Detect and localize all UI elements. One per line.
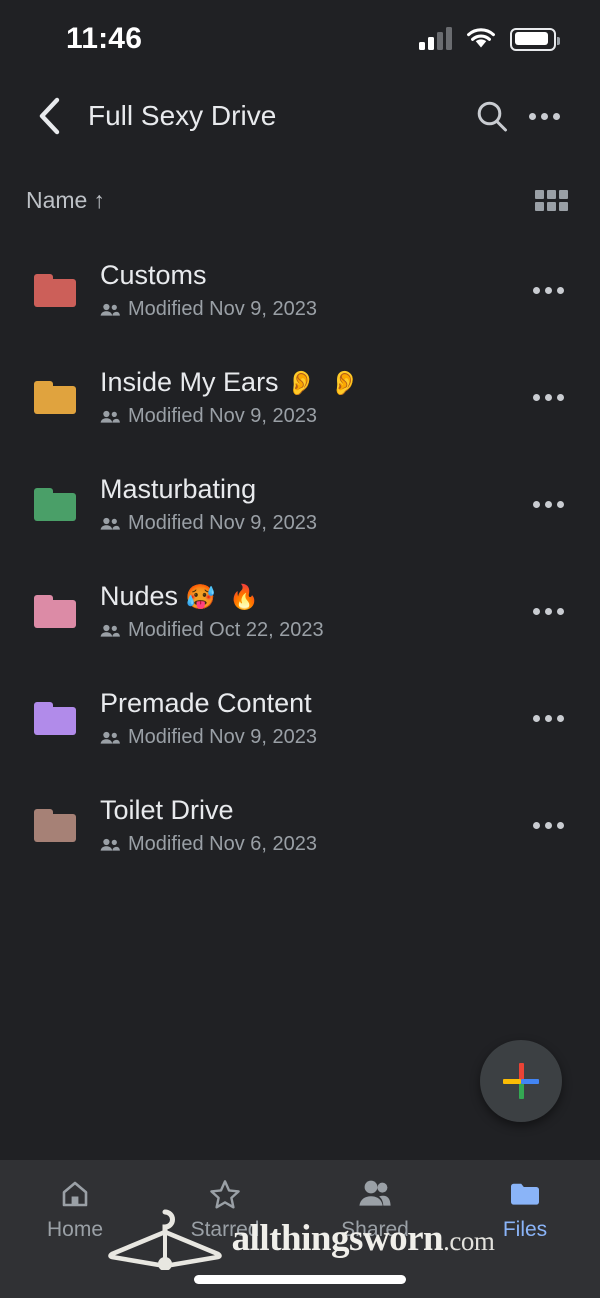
table-row[interactable]: Customs Modified Nov 9, 2023 (0, 237, 600, 344)
nav-label-home: Home (46, 1218, 104, 1241)
cellular-signal-icon (419, 27, 452, 50)
app-bar: Full Sexy Drive (0, 84, 600, 148)
file-name-text: Nudes (100, 580, 179, 611)
more-options-icon[interactable] (518, 90, 570, 142)
nav-item-shared[interactable]: Shared (300, 1178, 450, 1242)
sort-label: Name (26, 186, 88, 213)
file-list: Customs Modified Nov 9, 2023 Inside My E… (0, 237, 600, 879)
nav-item-files[interactable]: Files (450, 1178, 600, 1242)
row-more-options-icon[interactable] (520, 263, 576, 319)
file-modified: Modified Nov 9, 2023 (128, 726, 318, 749)
people-icon (358, 1178, 392, 1210)
status-icons (419, 27, 560, 51)
file-name-text: Masturbating (100, 473, 257, 504)
table-row[interactable]: Inside My Ears 👂 👂 Modified Nov 9, 2023 (0, 344, 600, 451)
row-subtitle: Modified Nov 6, 2023 (100, 833, 520, 856)
row-more-options-icon[interactable] (520, 584, 576, 640)
folder-icon (34, 809, 76, 842)
search-icon[interactable] (466, 90, 518, 142)
row-subtitle: Modified Oct 22, 2023 (100, 619, 520, 642)
folder-icon (34, 488, 76, 521)
file-modified: Modified Nov 9, 2023 (128, 298, 318, 321)
file-modified: Modified Nov 9, 2023 (128, 405, 318, 428)
file-name: Toilet Drive (100, 795, 520, 826)
shared-people-icon (100, 303, 120, 316)
sort-direction-arrow-icon: ↑ (93, 186, 105, 213)
sort-bar: Name ↑ (0, 170, 600, 230)
table-row[interactable]: Toilet Drive Modified Nov 6, 2023 (0, 772, 600, 879)
file-name-text: Inside My Ears (100, 366, 279, 397)
file-modified: Modified Nov 9, 2023 (128, 512, 318, 535)
shared-people-icon (100, 731, 120, 744)
sort-button[interactable]: Name ↑ (26, 187, 105, 214)
wifi-icon (467, 28, 495, 48)
table-row[interactable]: Masturbating Modified Nov 9, 2023 (0, 451, 600, 558)
nav-label-shared: Shared (341, 1218, 409, 1241)
page-title: Full Sexy Drive (88, 100, 277, 131)
folder-icon (508, 1178, 542, 1210)
row-text: Customs Modified Nov 9, 2023 (100, 260, 520, 321)
shared-people-icon (100, 624, 120, 637)
table-row[interactable]: Premade Content Modified Nov 9, 2023 (0, 665, 600, 772)
row-subtitle: Modified Nov 9, 2023 (100, 405, 520, 428)
grid-view-icon[interactable] (529, 184, 574, 217)
row-more-options-icon[interactable] (520, 798, 576, 854)
file-name: Nudes 🥵 🔥 (100, 581, 520, 612)
row-subtitle: Modified Nov 9, 2023 (100, 512, 520, 535)
file-name-text: Customs (100, 259, 207, 290)
battery-icon (510, 27, 560, 51)
status-bar: 11:46 (0, 0, 600, 78)
row-subtitle: Modified Nov 9, 2023 (100, 726, 520, 749)
file-name-emoji: 👂 👂 (286, 368, 363, 397)
folder-icon (34, 381, 76, 414)
nav-item-home[interactable]: Home (0, 1178, 150, 1242)
file-modified: Modified Oct 22, 2023 (128, 619, 324, 642)
phone-screen: 11:46 Full Sexy Drive Name ↑ Customs Mod… (0, 0, 600, 1298)
folder-icon (34, 274, 76, 307)
shared-people-icon (100, 410, 120, 423)
row-more-options-icon[interactable] (520, 477, 576, 533)
table-row[interactable]: Nudes 🥵 🔥 Modified Oct 22, 2023 (0, 558, 600, 665)
file-name: Premade Content (100, 688, 520, 719)
file-modified: Modified Nov 6, 2023 (128, 833, 318, 856)
back-chevron-icon[interactable] (24, 90, 76, 142)
row-text: Inside My Ears 👂 👂 Modified Nov 9, 2023 (100, 367, 520, 428)
shared-people-icon (100, 838, 120, 851)
folder-icon (34, 595, 76, 628)
file-name: Masturbating (100, 474, 520, 505)
folder-icon (34, 702, 76, 735)
file-name: Inside My Ears 👂 👂 (100, 367, 520, 398)
row-text: Nudes 🥵 🔥 Modified Oct 22, 2023 (100, 581, 520, 642)
row-subtitle: Modified Nov 9, 2023 (100, 298, 520, 321)
star-icon (209, 1178, 241, 1210)
nav-item-starred[interactable]: Starred (150, 1178, 300, 1242)
row-text: Masturbating Modified Nov 9, 2023 (100, 474, 520, 535)
nav-label-starred: Starred (190, 1218, 260, 1241)
home-indicator (194, 1275, 406, 1284)
file-name-text: Premade Content (100, 687, 312, 718)
row-more-options-icon[interactable] (520, 370, 576, 426)
home-icon (59, 1178, 91, 1210)
row-text: Toilet Drive Modified Nov 6, 2023 (100, 795, 520, 856)
file-name-text: Toilet Drive (100, 794, 234, 825)
row-more-options-icon[interactable] (520, 691, 576, 747)
shared-people-icon (100, 517, 120, 530)
file-name: Customs (100, 260, 520, 291)
create-new-fab[interactable] (480, 1040, 562, 1122)
row-text: Premade Content Modified Nov 9, 2023 (100, 688, 520, 749)
status-time: 11:46 (66, 22, 143, 55)
google-plus-new-icon (503, 1063, 539, 1099)
nav-label-files: Files (502, 1218, 548, 1241)
file-name-emoji: 🥵 🔥 (185, 582, 262, 611)
